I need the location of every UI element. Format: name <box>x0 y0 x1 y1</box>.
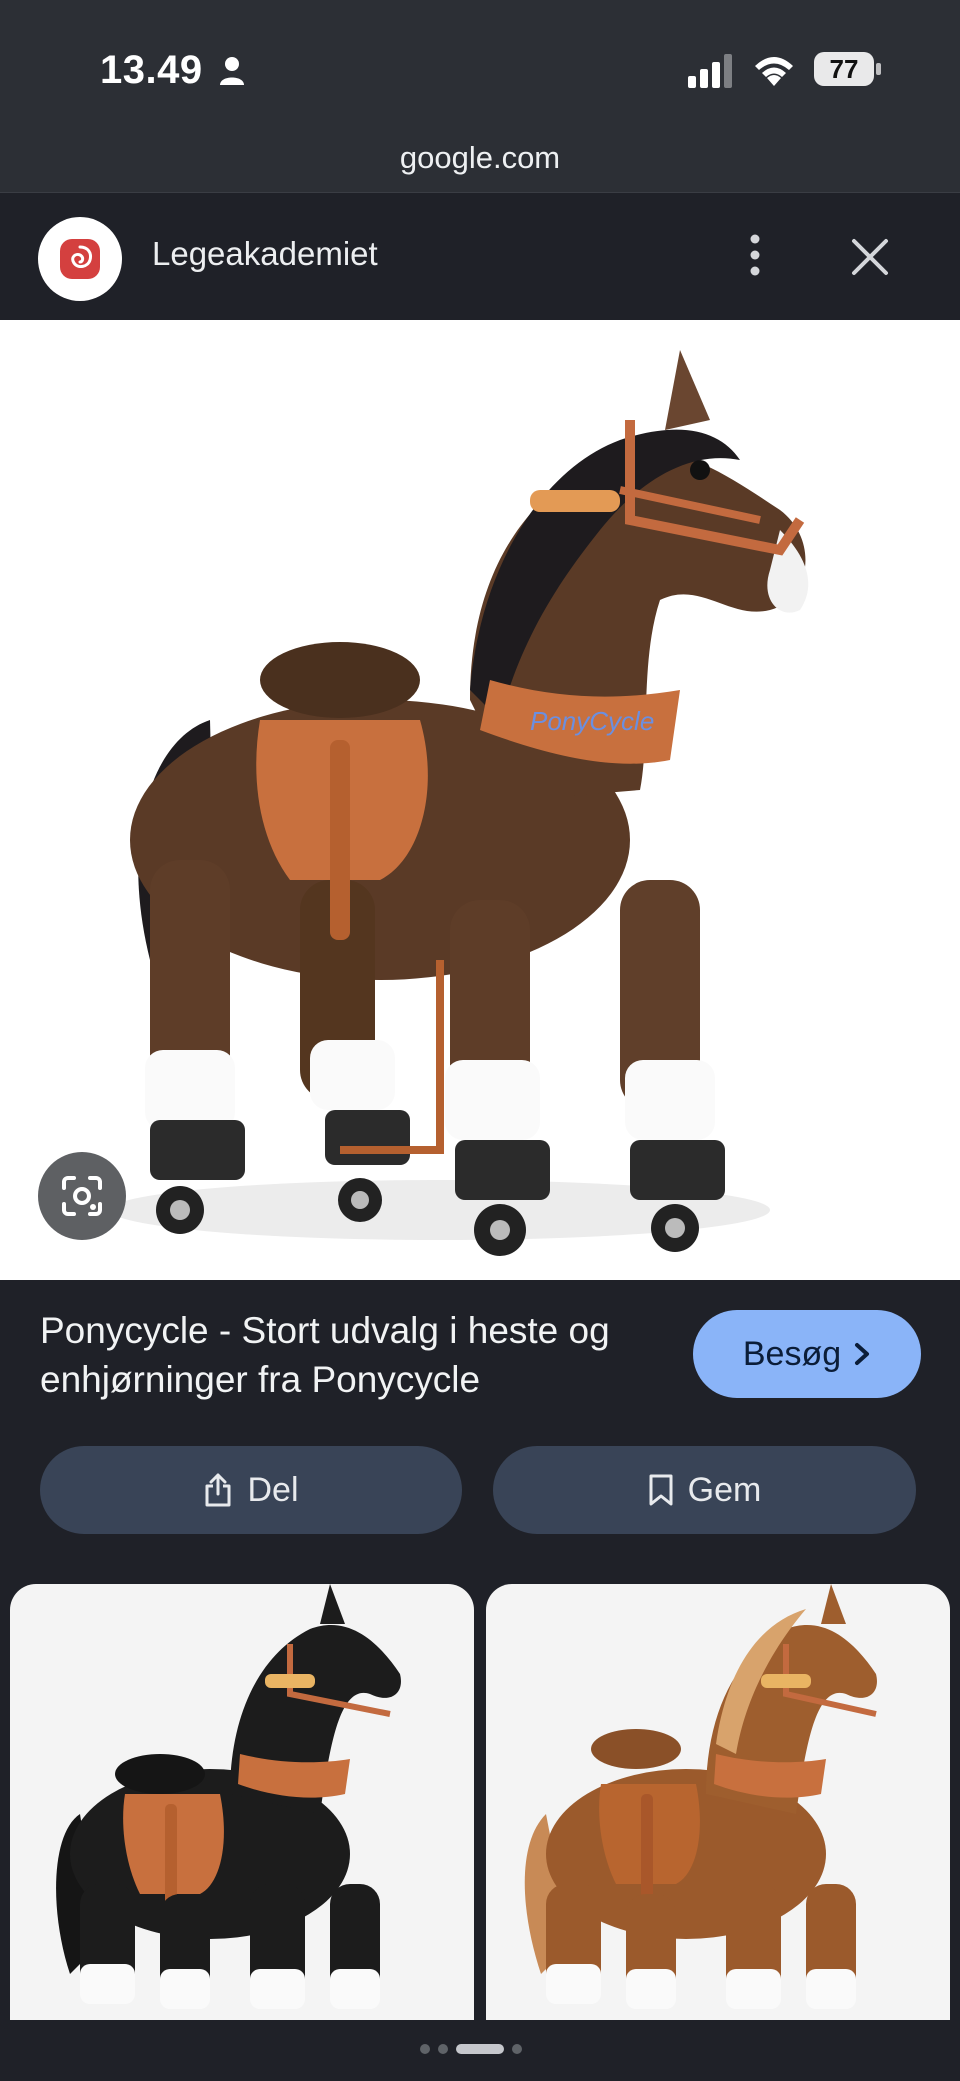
battery-nub <box>876 63 881 75</box>
site-name[interactable]: Legeakademiet <box>152 235 378 273</box>
page-dot <box>420 2044 430 2054</box>
close-icon[interactable] <box>850 237 890 277</box>
cellular-signal-icon <box>688 54 732 88</box>
page-dot <box>512 2044 522 2054</box>
light-brown-horse-illustration <box>524 1584 877 2009</box>
page-indicator <box>420 2044 522 2054</box>
main-product-image[interactable]: PonyCycle <box>0 320 960 1280</box>
lens-icon <box>62 1176 102 1216</box>
chevron-right-icon <box>855 1343 870 1365</box>
more-vert-icon[interactable] <box>738 231 772 279</box>
share-button[interactable]: Del <box>40 1446 462 1534</box>
result-header: Legeakademiet <box>0 192 960 321</box>
save-button[interactable]: Gem <box>493 1446 916 1534</box>
page-dot <box>438 2044 448 2054</box>
save-label: Gem <box>687 1470 762 1509</box>
status-time: 13.49 <box>100 48 203 92</box>
bookmark-icon <box>649 1474 673 1506</box>
legeakademiet-logo-icon <box>60 239 100 279</box>
battery-icon: 77 <box>814 52 874 86</box>
page-dot-active <box>456 2044 504 2054</box>
brown-horse-illustration: PonyCycle <box>110 350 809 1256</box>
battery-level: 77 <box>829 53 859 84</box>
result-title[interactable]: Ponycycle - Stort udvalg i heste og enhj… <box>40 1306 670 1404</box>
related-image-1[interactable] <box>10 1584 474 2020</box>
url-label[interactable]: google.com <box>0 140 960 176</box>
brand-label: PonyCycle <box>530 706 654 736</box>
share-icon <box>205 1473 231 1507</box>
visit-label: Besøg <box>742 1334 842 1373</box>
black-horse-illustration <box>56 1584 401 2009</box>
site-logo[interactable] <box>38 217 122 301</box>
related-image-2[interactable] <box>486 1584 950 2020</box>
lens-button[interactable] <box>38 1152 126 1240</box>
share-label: Del <box>247 1470 299 1509</box>
visit-button[interactable]: Besøg <box>693 1310 921 1398</box>
wifi-icon <box>755 57 793 86</box>
person-icon <box>220 57 244 85</box>
